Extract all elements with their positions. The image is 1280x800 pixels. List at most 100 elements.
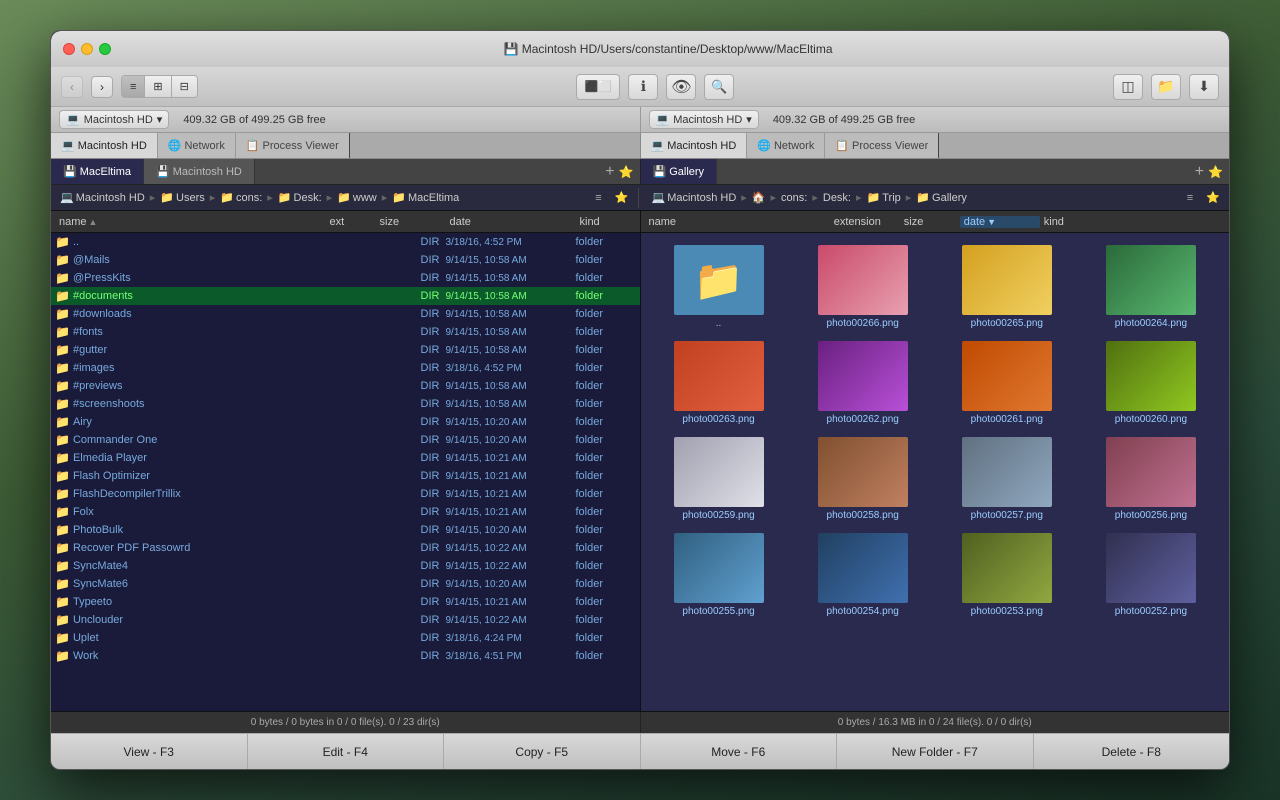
path-maceltima[interactable]: 📁 MacEltima: [389, 190, 462, 205]
file-row[interactable]: 📁 #previews DIR 9/14/15, 10:58 AM folder: [51, 377, 640, 395]
right-tab-process-viewer[interactable]: 📋 Process Viewer: [825, 133, 939, 158]
right-path-gallery[interactable]: 📁 Gallery: [913, 190, 970, 205]
file-row[interactable]: 📁 SyncMate4 DIR 9/14/15, 10:22 AM folder: [51, 557, 640, 575]
file-row[interactable]: 📁 SyncMate6 DIR 9/14/15, 10:20 AM folder: [51, 575, 640, 593]
file-row[interactable]: 📁 #fonts DIR 9/14/15, 10:58 AM folder: [51, 323, 640, 341]
back-button[interactable]: ‹: [61, 76, 83, 98]
file-row[interactable]: 📁 #gutter DIR 9/14/15, 10:58 AM folder: [51, 341, 640, 359]
gallery-col-header-kind[interactable]: kind: [1040, 211, 1225, 232]
path-users[interactable]: 📁 Users: [157, 190, 207, 205]
left-tab-maceltima[interactable]: 💾 MacEltima: [51, 159, 144, 184]
left-tab-add[interactable]: +: [605, 163, 614, 181]
view-icons-button[interactable]: ⊞: [145, 76, 171, 97]
path-www[interactable]: 📁 www: [334, 190, 380, 205]
file-row[interactable]: 📁 .. DIR 3/18/16, 4:52 PM folder: [51, 233, 640, 251]
view-details-button[interactable]: ⊟: [172, 76, 197, 97]
right-path-cons[interactable]: cons:: [778, 191, 810, 205]
file-row[interactable]: 📁 Typeeto DIR 9/14/15, 10:21 AM folder: [51, 593, 640, 611]
gallery-item[interactable]: photo00254.png: [793, 529, 933, 621]
right-path-trip[interactable]: 📁 Trip: [864, 190, 904, 205]
bottom-btn-copy[interactable]: Copy - F5: [444, 734, 641, 769]
right-path-home[interactable]: 🏠: [749, 190, 769, 205]
gallery-item[interactable]: photo00253.png: [937, 529, 1077, 621]
col-header-date[interactable]: date: [446, 211, 576, 232]
path-desk[interactable]: 📁 Desk:: [275, 190, 325, 205]
bottom-btn-move[interactable]: Move - F6: [641, 734, 838, 769]
gallery-col-header-name[interactable]: name: [645, 211, 830, 232]
gallery-item[interactable]: photo00259.png: [649, 433, 789, 525]
file-row[interactable]: 📁 #documents DIR 9/14/15, 10:58 AM folde…: [51, 287, 640, 305]
gallery-item[interactable]: photo00252.png: [1081, 529, 1221, 621]
right-tab-network[interactable]: 🌐 Network: [747, 133, 825, 158]
right-path-desk[interactable]: Desk:: [820, 191, 854, 205]
left-tab-macintosh-hd[interactable]: 💻 Macintosh HD: [51, 133, 158, 158]
favorites-button[interactable]: 📁: [1151, 74, 1181, 100]
col-header-ext[interactable]: ext: [326, 211, 376, 232]
file-row[interactable]: 📁 FlashDecompilerTrillix DIR 9/14/15, 10…: [51, 485, 640, 503]
gallery-item[interactable]: photo00262.png: [793, 337, 933, 429]
gallery-col-header-ext[interactable]: extension: [830, 211, 900, 232]
file-row[interactable]: 📁 Unclouder DIR 9/14/15, 10:22 AM folder: [51, 611, 640, 629]
gallery-item[interactable]: photo00266.png: [793, 241, 933, 333]
right-location-selector[interactable]: 💻 Macintosh HD ▾: [649, 110, 759, 129]
gallery-col-header-date[interactable]: date ▼: [960, 216, 1040, 228]
gallery-item[interactable]: photo00265.png: [937, 241, 1077, 333]
file-row[interactable]: 📁 Flash Optimizer DIR 9/14/15, 10:21 AM …: [51, 467, 640, 485]
file-row[interactable]: 📁 @PressKits DIR 9/14/15, 10:58 AM folde…: [51, 269, 640, 287]
file-row[interactable]: 📁 Airy DIR 9/14/15, 10:20 AM folder: [51, 413, 640, 431]
panel-toggle-button[interactable]: ◫: [1113, 74, 1143, 100]
gallery-item[interactable]: photo00258.png: [793, 433, 933, 525]
search-button[interactable]: 🔍: [704, 74, 734, 100]
right-tab-macintosh-hd[interactable]: 💻 Macintosh HD: [641, 133, 748, 158]
right-path-star-btn[interactable]: ⭐: [1203, 189, 1223, 207]
download-button[interactable]: ⬇: [1189, 74, 1219, 100]
gallery-item[interactable]: photo00264.png: [1081, 241, 1221, 333]
gallery-item[interactable]: photo00263.png: [649, 337, 789, 429]
right-tab-add[interactable]: +: [1195, 163, 1204, 181]
file-row[interactable]: 📁 Commander One DIR 9/14/15, 10:20 AM fo…: [51, 431, 640, 449]
maximize-button[interactable]: [99, 43, 111, 55]
preview-button[interactable]: 👁: [666, 74, 696, 100]
path-macintosh-hd[interactable]: 💻 Macintosh HD: [57, 190, 148, 205]
file-row[interactable]: 📁 Folx DIR 9/14/15, 10:21 AM folder: [51, 503, 640, 521]
path-cons[interactable]: 📁 cons:: [217, 190, 265, 205]
left-tab-macintosh-hd2[interactable]: 💾 Macintosh HD: [144, 159, 255, 184]
right-tab-pin[interactable]: ⭐: [1208, 165, 1223, 179]
info-button[interactable]: ℹ: [628, 74, 658, 100]
left-tab-process-viewer[interactable]: 📋 Process Viewer: [236, 133, 350, 158]
left-tab-pin[interactable]: ⭐: [619, 165, 634, 179]
file-row[interactable]: 📁 #downloads DIR 9/14/15, 10:58 AM folde…: [51, 305, 640, 323]
forward-button[interactable]: ›: [91, 76, 113, 98]
col-header-size[interactable]: size: [376, 211, 446, 232]
gallery-item[interactable]: photo00261.png: [937, 337, 1077, 429]
file-row[interactable]: 📁 Work DIR 3/18/16, 4:51 PM folder: [51, 647, 640, 665]
col-header-kind[interactable]: kind: [576, 211, 636, 232]
file-row[interactable]: 📁 @Mails DIR 9/14/15, 10:58 AM folder: [51, 251, 640, 269]
bottom-btn-edit[interactable]: Edit - F4: [248, 734, 445, 769]
left-path-view-btn[interactable]: ≡: [589, 189, 609, 207]
left-file-list[interactable]: 📁 .. DIR 3/18/16, 4:52 PM folder 📁 @Mail…: [51, 233, 640, 711]
col-header-name[interactable]: name ▲: [55, 211, 326, 232]
gallery-item[interactable]: 📁 ..: [649, 241, 789, 333]
left-path-star-btn[interactable]: ⭐: [612, 189, 632, 207]
file-row[interactable]: 📁 Uplet DIR 3/18/16, 4:24 PM folder: [51, 629, 640, 647]
file-row[interactable]: 📁 #screenshoots DIR 9/14/15, 10:58 AM fo…: [51, 395, 640, 413]
gallery-grid[interactable]: 📁 .. photo00266.png photo00265.png photo…: [641, 233, 1230, 711]
gallery-item[interactable]: photo00255.png: [649, 529, 789, 621]
left-tab-network[interactable]: 🌐 Network: [158, 133, 236, 158]
left-location-selector[interactable]: 💻 Macintosh HD ▾: [59, 110, 169, 129]
file-row[interactable]: 📁 PhotoBulk DIR 9/14/15, 10:20 AM folder: [51, 521, 640, 539]
toggle-button[interactable]: ⬛⬜: [576, 74, 620, 100]
gallery-item[interactable]: photo00260.png: [1081, 337, 1221, 429]
gallery-item[interactable]: photo00256.png: [1081, 433, 1221, 525]
view-list-button[interactable]: ≡: [122, 76, 145, 97]
file-row[interactable]: 📁 Elmedia Player DIR 9/14/15, 10:21 AM f…: [51, 449, 640, 467]
gallery-col-header-size[interactable]: size: [900, 211, 960, 232]
right-tab-gallery[interactable]: 💾 Gallery: [641, 159, 718, 184]
right-path-macintosh-hd[interactable]: 💻 Macintosh HD: [649, 190, 740, 205]
file-row[interactable]: 📁 #images DIR 3/18/16, 4:52 PM folder: [51, 359, 640, 377]
right-path-view-btn[interactable]: ≡: [1180, 189, 1200, 207]
gallery-item[interactable]: photo00257.png: [937, 433, 1077, 525]
minimize-button[interactable]: [81, 43, 93, 55]
file-row[interactable]: 📁 Recover PDF Passowrd DIR 9/14/15, 10:2…: [51, 539, 640, 557]
